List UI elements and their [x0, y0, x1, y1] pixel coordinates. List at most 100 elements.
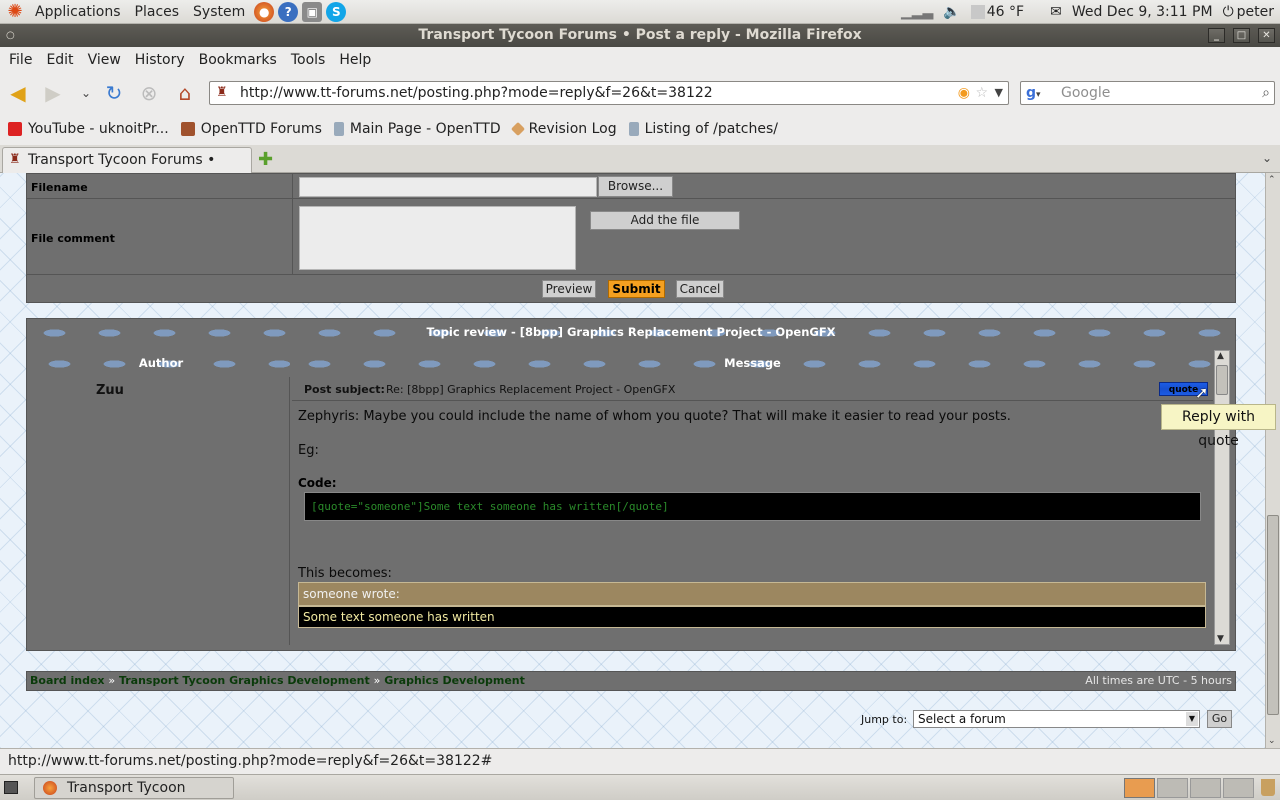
show-desktop-icon[interactable]: [4, 781, 18, 794]
page-scroll-thumb[interactable]: [1267, 515, 1279, 715]
trash-icon[interactable]: [1261, 779, 1275, 796]
scroll-up-icon[interactable]: ▲: [1217, 351, 1224, 361]
tab-list-icon[interactable]: ⌄: [1262, 151, 1272, 165]
close-button[interactable]: ✕: [1258, 28, 1275, 43]
preview-button[interactable]: Preview: [542, 280, 596, 298]
post-author[interactable]: Zuu: [96, 383, 124, 398]
menubar: File Edit View History Bookmarks Tools H…: [0, 47, 1280, 73]
screenshot-launcher-icon[interactable]: ▣: [302, 1, 323, 22]
maximize-button[interactable]: □: [1233, 28, 1250, 43]
page-scrollbar[interactable]: ⌃ ⌄: [1265, 173, 1280, 748]
page-icon: [628, 122, 639, 136]
code-text: [quote="someone"]Some text someone has w…: [311, 500, 669, 513]
menu-edit[interactable]: Edit: [39, 52, 80, 68]
bookmark-openttd-main[interactable]: Main Page - OpenTTD: [333, 121, 501, 137]
workspace-2[interactable]: [1157, 778, 1188, 798]
bookmark-youtube[interactable]: YouTube - uknoitPr...: [8, 121, 169, 137]
taskbar-window-button[interactable]: Transport Tycoon Foru...: [34, 777, 234, 799]
quote-text: Some text someone has written: [303, 610, 495, 624]
history-dropdown-icon[interactable]: ⌄: [74, 81, 98, 105]
breadcrumb-graphics-dev[interactable]: Graphics Development: [384, 674, 525, 687]
window-menu-icon[interactable]: ○: [6, 24, 15, 47]
firefox-launcher-icon[interactable]: ●: [254, 1, 275, 22]
topic-review-title: Topic review - [8bpp] Graphics Replaceme…: [27, 319, 1235, 346]
ubuntu-logo-icon[interactable]: ✺: [4, 1, 26, 23]
breadcrumb-tt-graphics[interactable]: Transport Tycoon Graphics Development: [119, 674, 370, 687]
breadcrumb-sep: »: [108, 674, 116, 687]
bookmark-revision-log[interactable]: Revision Log: [510, 121, 617, 137]
submit-button[interactable]: Submit: [608, 280, 665, 298]
page-scroll-down-icon[interactable]: ⌄: [1268, 736, 1276, 746]
user-name[interactable]: peter: [1237, 4, 1274, 20]
scroll-down-icon[interactable]: ▼: [1217, 634, 1224, 644]
code-block: [quote="someone"]Some text someone has w…: [304, 492, 1201, 521]
quote-button-label: quote: [1168, 385, 1199, 395]
message-header: Message: [292, 350, 1213, 377]
status-url: http://www.tt-forums.net/posting.php?mod…: [8, 753, 493, 769]
minimize-button[interactable]: _: [1208, 28, 1225, 43]
cancel-button[interactable]: Cancel: [676, 280, 724, 298]
stop-icon[interactable]: ⊗: [137, 81, 161, 105]
search-icon[interactable]: ⌕: [1262, 82, 1270, 104]
file-comment-label: File comment: [31, 232, 115, 245]
mail-icon[interactable]: ✉: [1050, 4, 1062, 20]
tab-transport-tycoon[interactable]: ♜ Transport Tycoon Forums • Post...: [2, 147, 252, 192]
menu-file[interactable]: File: [2, 52, 39, 68]
bookmark-star-icon[interactable]: ☆: [975, 82, 988, 104]
filename-input[interactable]: [299, 177, 597, 197]
workspace-switcher[interactable]: [1124, 778, 1254, 798]
taskbar-window-label: Transport Tycoon Foru...: [67, 780, 186, 796]
new-tab-icon[interactable]: ✚: [258, 149, 273, 170]
menu-tools[interactable]: Tools: [284, 52, 333, 68]
topic-review-panel: Topic review - [8bpp] Graphics Replaceme…: [26, 318, 1236, 651]
menu-history[interactable]: History: [128, 52, 192, 68]
post-subject-row: Post subject: Re: [8bpp] Graphics Replac…: [292, 377, 1213, 402]
menu-bookmarks[interactable]: Bookmarks: [192, 52, 284, 68]
top-panel: ✺ Applications Places System ● ? ▣ S ▁▂▃…: [0, 0, 1280, 24]
window-titlebar[interactable]: Transport Tycoon Forums • Post a reply -…: [0, 24, 1280, 47]
rss-icon[interactable]: ◉: [958, 82, 970, 104]
workspace-3[interactable]: [1190, 778, 1221, 798]
system-menu[interactable]: System: [186, 4, 252, 20]
bookmark-label: Revision Log: [528, 121, 617, 137]
review-scroll-thumb[interactable]: [1216, 365, 1228, 395]
back-icon[interactable]: ◀: [6, 81, 30, 105]
status-bar: http://www.tt-forums.net/posting.php?mod…: [0, 748, 1280, 774]
url-bar[interactable]: ♜ http://www.tt-forums.net/posting.php?m…: [209, 81, 1009, 105]
bookmark-label: YouTube - uknoitPr...: [28, 121, 169, 137]
places-menu[interactable]: Places: [128, 4, 187, 20]
help-launcher-icon[interactable]: ?: [278, 1, 299, 22]
menu-view[interactable]: View: [81, 52, 128, 68]
browse-button[interactable]: Browse...: [598, 176, 673, 197]
bookmarks-toolbar: YouTube - uknoitPr... OpenTTD Forums Mai…: [0, 113, 1280, 145]
reload-icon[interactable]: ↻: [102, 81, 126, 105]
add-file-button[interactable]: Add the file: [590, 211, 740, 230]
weather-temp[interactable]: 46 °F: [987, 4, 1024, 20]
message-line-1: Zephyris: Maybe you could include the na…: [298, 409, 1011, 424]
google-engine-icon[interactable]: g▾: [1026, 82, 1041, 106]
trac-icon: [510, 121, 525, 137]
bookmark-openttd-forums[interactable]: OpenTTD Forums: [180, 121, 322, 137]
skype-launcher-icon[interactable]: S: [326, 1, 347, 22]
weather-icon: [970, 5, 985, 19]
go-button[interactable]: Go: [1207, 710, 1232, 728]
workspace-1[interactable]: [1124, 778, 1155, 798]
home-icon[interactable]: ⌂: [173, 81, 197, 105]
bookmark-patches[interactable]: Listing of /patches/: [628, 121, 778, 137]
menu-help[interactable]: Help: [332, 52, 378, 68]
file-comment-textarea[interactable]: [299, 206, 576, 270]
breadcrumb-board-index[interactable]: Board index: [30, 674, 105, 687]
review-scrollbar[interactable]: ▲ ▼: [1214, 350, 1230, 645]
forward-icon[interactable]: ▶: [41, 81, 65, 105]
network-icon[interactable]: ▁▂▃: [901, 4, 933, 20]
clock[interactable]: Wed Dec 9, 3:11 PM: [1072, 4, 1213, 20]
url-dropdown-icon[interactable]: ▼: [995, 82, 1003, 104]
quote-header: someone wrote:: [298, 582, 1206, 606]
search-input[interactable]: g▾ Google ⌕: [1020, 81, 1275, 105]
workspace-4[interactable]: [1223, 778, 1254, 798]
power-icon[interactable]: ⏻: [1223, 4, 1234, 20]
page-scroll-up-icon[interactable]: ⌃: [1268, 175, 1276, 185]
applications-menu[interactable]: Applications: [28, 4, 128, 20]
jump-select[interactable]: Select a forum ▼: [913, 710, 1200, 728]
volume-icon[interactable]: 🔈: [943, 4, 960, 20]
